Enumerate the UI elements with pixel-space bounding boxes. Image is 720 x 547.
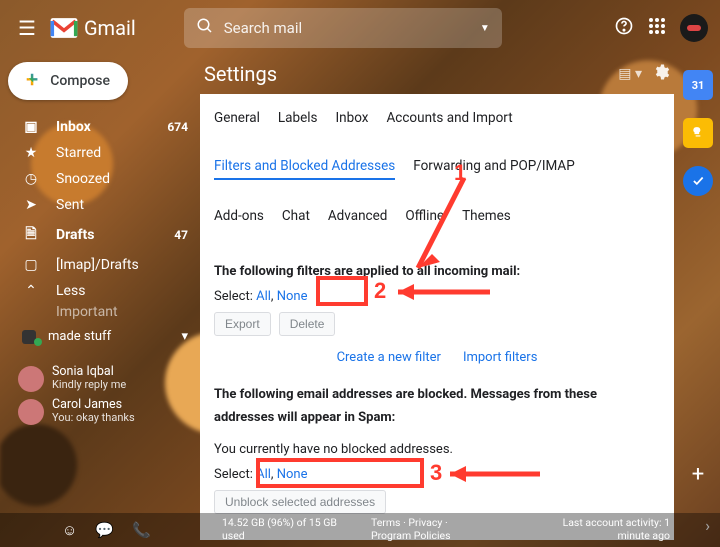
chat-item[interactable]: Carol JamesYou: okay thanks [0,395,200,428]
chev-icon: ⌃ [22,283,40,299]
chat-item[interactable]: Sonia IqbalKindly reply me [0,362,200,395]
delete-button[interactable]: Delete [279,312,336,336]
annotation-number-1: 1 [454,160,466,186]
sidebar-item-sent[interactable]: ➤ Sent [0,192,200,218]
annotation-box-3 [256,458,424,488]
select-label: Select: [214,289,253,304]
search-placeholder: Search mail [224,19,480,37]
user-label[interactable]: made stuff ▾ [0,325,200,348]
import-filters-link[interactable]: Import filters [463,350,537,365]
clock-icon: ◷ [22,171,40,187]
star-icon: ★ [22,145,40,161]
chat-preview: You: okay thanks [52,412,135,425]
label-text: made stuff [48,329,111,344]
settings-gear-icon[interactable] [652,62,670,86]
calendar-addon-icon[interactable]: 31 [683,70,713,100]
unblock-button[interactable]: Unblock selected addresses [214,490,386,514]
search-icon [196,17,214,39]
blocked-heading: The following email addresses are blocke… [214,383,660,430]
gmail-wordmark: Gmail [84,16,136,40]
select-none-link[interactable]: None [277,289,308,304]
nav-count: 47 [174,228,188,242]
hangouts-phone-icon[interactable]: 📞 [132,521,151,539]
folder-icon: ▢ [22,257,40,273]
sidebar-item-less[interactable]: ⌃ Less [0,278,200,304]
label-important[interactable]: Important [56,304,118,320]
tab-add-ons[interactable]: Add-ons [214,208,264,228]
chat-avatar [18,366,44,392]
tab-chat[interactable]: Chat [282,208,310,228]
chat-avatar [18,399,44,425]
tab-accounts-and-import[interactable]: Accounts and Import [386,110,512,130]
input-tools-icon[interactable]: ▤ ▾ [618,66,642,82]
gmail-logo[interactable]: Gmail [50,16,136,40]
nav-label: Snoozed [56,171,110,187]
tab-advanced[interactable]: Advanced [328,208,388,228]
tab-themes[interactable]: Themes [462,208,511,228]
tab-filters-and-blocked-addresses[interactable]: Filters and Blocked Addresses [214,158,395,180]
storage-line2: used [222,530,337,543]
account-avatar[interactable] [680,14,708,42]
tab-general[interactable]: General [214,110,260,130]
tab-inbox[interactable]: Inbox [336,110,369,130]
plus-icon: + [26,72,38,90]
footer-links-2[interactable]: Program Policies [371,530,451,543]
nav-label: Starred [56,145,101,161]
search-options-icon[interactable]: ▼ [480,23,490,34]
nav-label: [Imap]/Drafts [56,257,139,273]
gmail-m-icon [50,17,78,39]
export-button[interactable]: Export [214,312,271,336]
search-box[interactable]: Search mail ▼ [184,8,502,48]
nav-count: 674 [167,120,188,134]
addons-plus-icon[interactable]: + [692,462,704,487]
support-icon[interactable] [614,16,634,41]
chat-name: Carol James [52,398,135,412]
tab-offline[interactable]: Offline [405,208,444,228]
nav-label: Less [56,283,85,299]
send-icon: ➤ [22,197,40,213]
annotation-box-2 [316,276,368,306]
label-menu-icon[interactable]: ▾ [181,329,188,344]
nav-label: Inbox [56,119,91,135]
compose-button[interactable]: + Compose [8,62,128,100]
page-title: Settings [204,62,277,86]
apps-icon[interactable] [648,17,666,40]
nav-label: Sent [56,197,84,213]
annotation-number-3: 3 [430,460,442,486]
hangouts-chat-icon[interactable]: 💬 [95,521,114,539]
hangouts-contacts-icon[interactable]: ☺ [62,521,77,539]
annotation-number-2: 2 [374,278,386,304]
create-filter-link[interactable]: Create a new filter [337,350,441,365]
sidebar-item-drafts[interactable]: 🗎 Drafts 47 [0,218,200,252]
chat-preview: Kindly reply me [52,379,126,392]
file-icon: 🗎 [22,223,40,247]
tab-labels[interactable]: Labels [278,110,318,130]
blocked-empty: You currently have no blocked addresses. [214,442,660,457]
tab-forwarding-and-pop-imap[interactable]: Forwarding and POP/IMAP [413,158,574,180]
chat-name: Sonia Iqbal [52,365,126,379]
sidebar-item-imapdrafts[interactable]: ▢ [Imap]/Drafts [0,252,200,278]
filters-heading: The following filters are applied to all… [214,264,660,279]
menu-icon[interactable]: ☰ [12,10,42,46]
compose-label: Compose [50,73,110,89]
tasks-addon-icon[interactable] [683,166,713,196]
keep-addon-icon[interactable] [683,118,713,148]
inbox-icon: ▣ [22,119,40,135]
select-all-link[interactable]: All [256,289,271,304]
nav-label: Drafts [56,227,94,243]
presence-indicator [34,338,42,346]
sidebar-item-starred[interactable]: ★ Starred [0,140,200,166]
activity-line2: minute ago [563,530,670,543]
sidebar-item-inbox[interactable]: ▣ Inbox 674 [0,114,200,140]
select-label-2: Select: [214,467,253,482]
sidebar-item-snoozed[interactable]: ◷ Snoozed [0,166,200,192]
